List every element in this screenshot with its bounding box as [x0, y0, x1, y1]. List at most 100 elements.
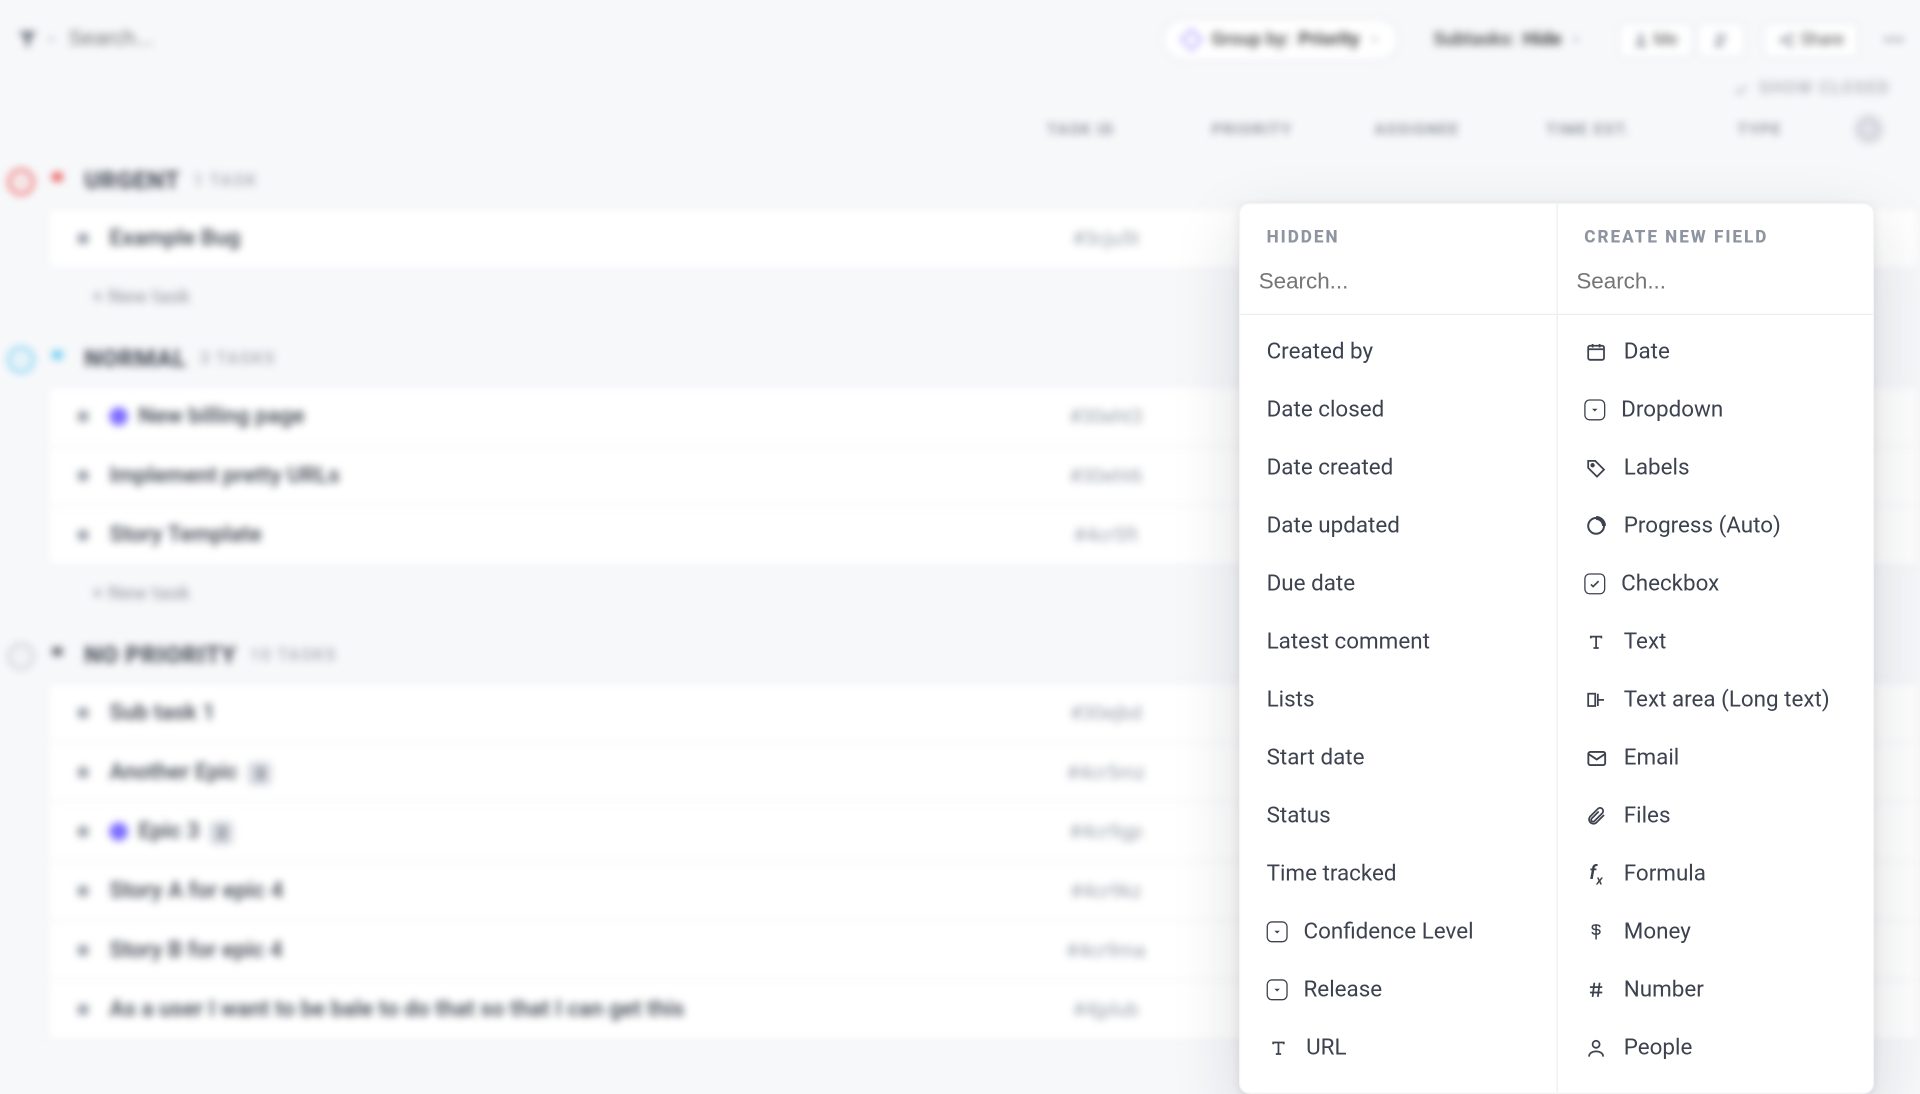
dropdown-box-icon: [1584, 399, 1605, 420]
chevron-down-icon: [45, 33, 58, 46]
col-task-id[interactable]: TASK ID: [988, 120, 1173, 138]
text-T-icon: [1584, 630, 1608, 654]
show-closed-toggle[interactable]: SHOW CLOSED: [0, 79, 1919, 107]
task-title[interactable]: Sub task 1: [109, 700, 1013, 726]
field-option-label: Release: [1304, 977, 1383, 1003]
field-option[interactable]: Due date: [1240, 555, 1556, 613]
field-option-label: Labels: [1624, 455, 1690, 481]
field-option[interactable]: Dropdown: [1558, 381, 1873, 439]
field-option[interactable]: Created by: [1240, 323, 1556, 381]
drag-handle[interactable]: [78, 886, 89, 897]
task-title[interactable]: Epic 32: [138, 818, 1013, 844]
field-option-label: Confidence Level: [1304, 919, 1474, 945]
field-option[interactable]: Checkbox: [1558, 555, 1873, 613]
field-option[interactable]: Email: [1558, 729, 1873, 787]
group-by-dropdown[interactable]: Group by: Priority: [1163, 18, 1398, 60]
more-button[interactable]: [1877, 22, 1911, 56]
drag-handle[interactable]: [78, 233, 89, 244]
drag-handle[interactable]: [78, 411, 89, 422]
group-header[interactable]: URGENT1 TASK: [0, 152, 1919, 209]
field-option[interactable]: Progress (Auto): [1558, 497, 1873, 555]
collapse-toggle[interactable]: [8, 643, 34, 669]
drag-handle[interactable]: [78, 945, 89, 956]
task-id: #3cju5t: [1014, 227, 1199, 251]
group-by-value: Priority: [1298, 29, 1359, 50]
group-task-count: 10 TASKS: [250, 646, 337, 666]
task-title[interactable]: New billing page: [138, 403, 1013, 429]
add-column-button[interactable]: +: [1854, 115, 1883, 144]
field-option[interactable]: Text: [1558, 613, 1873, 671]
filter-button[interactable]: [16, 28, 58, 52]
field-option-label: Due date: [1267, 571, 1356, 597]
subtasks-dropdown[interactable]: Subtasks: Hide: [1416, 20, 1599, 60]
task-title[interactable]: Story Template: [109, 522, 1013, 548]
share-label: Share: [1800, 30, 1844, 50]
columns-header: TASK ID PRIORITY ASSIGNEE TIME EST. TYPE…: [0, 107, 1919, 152]
field-option-label: Lists: [1267, 687, 1315, 713]
field-option[interactable]: Lists: [1240, 671, 1556, 729]
dropdown-box-icon: [1267, 921, 1288, 942]
field-option[interactable]: Confidence Level: [1240, 903, 1556, 961]
flag-icon: [47, 169, 71, 193]
field-option[interactable]: Date closed: [1240, 381, 1556, 439]
col-time-est[interactable]: TIME EST.: [1503, 120, 1674, 138]
field-option[interactable]: Start date: [1240, 729, 1556, 787]
drag-handle[interactable]: [78, 767, 89, 778]
field-option-label: Date closed: [1267, 397, 1385, 423]
drag-handle[interactable]: [78, 1004, 89, 1015]
hidden-search-input[interactable]: [1259, 269, 1538, 295]
tag-icon: [1584, 456, 1608, 480]
field-option-label: Time tracked: [1267, 861, 1397, 887]
task-title[interactable]: Example Bug: [109, 225, 1013, 251]
field-option[interactable]: Date created: [1240, 439, 1556, 497]
field-option[interactable]: Date: [1558, 323, 1873, 381]
drag-handle[interactable]: [78, 708, 89, 719]
task-title[interactable]: Implement pretty URLs: [109, 463, 1013, 489]
field-option[interactable]: Status: [1240, 787, 1556, 845]
field-option-label: Date updated: [1267, 513, 1400, 539]
field-option[interactable]: Number: [1558, 961, 1873, 1019]
col-type[interactable]: TYPE: [1674, 120, 1845, 138]
field-option[interactable]: fxFormula: [1558, 845, 1873, 903]
collapse-toggle[interactable]: [8, 168, 34, 194]
field-option-label: Text area (Long text): [1624, 687, 1830, 713]
share-button[interactable]: Share: [1763, 22, 1858, 58]
field-option[interactable]: People: [1558, 1019, 1873, 1077]
field-option-label: Email: [1624, 745, 1679, 771]
field-option[interactable]: Time tracked: [1240, 845, 1556, 903]
progress-icon: [1584, 514, 1608, 538]
col-priority[interactable]: PRIORITY: [1173, 120, 1331, 138]
field-option[interactable]: Date updated: [1240, 497, 1556, 555]
field-option-label: Start date: [1267, 745, 1365, 771]
field-option[interactable]: URL: [1240, 1019, 1556, 1077]
task-title[interactable]: Story A for epic 4: [109, 878, 1013, 904]
drag-handle[interactable]: [78, 530, 89, 541]
drag-handle[interactable]: [78, 471, 89, 482]
task-id: #30eht3: [1014, 405, 1199, 429]
search-input[interactable]: [69, 28, 399, 52]
collapse-toggle[interactable]: [8, 346, 34, 372]
field-option[interactable]: Latest comment: [1240, 613, 1556, 671]
field-option-label: Checkbox: [1621, 571, 1719, 597]
col-assignee[interactable]: ASSIGNEE: [1331, 120, 1502, 138]
me-button[interactable]: Me: [1618, 22, 1692, 58]
field-option[interactable]: Release: [1240, 961, 1556, 1019]
field-option[interactable]: Files: [1558, 787, 1873, 845]
drag-handle[interactable]: [78, 826, 89, 837]
create-field-search-input[interactable]: [1576, 269, 1854, 295]
create-field-header: CREATE NEW FIELD: [1558, 204, 1873, 261]
task-id: #4cr5mz: [1014, 760, 1199, 784]
task-id: #4cr9ma: [1014, 938, 1199, 962]
field-option[interactable]: Text area (Long text): [1558, 671, 1873, 729]
subtask-count-badge: 3: [248, 762, 272, 786]
status-dot-icon: [109, 407, 127, 425]
field-option[interactable]: Money: [1558, 903, 1873, 961]
people-button[interactable]: [1697, 22, 1744, 58]
task-title[interactable]: As a user I want to be bale to do that s…: [109, 996, 1013, 1022]
text-T-icon: [1267, 1036, 1291, 1060]
column-fields-popover: HIDDEN Created byDate closedDate created…: [1239, 203, 1874, 1094]
field-option[interactable]: Labels: [1558, 439, 1873, 497]
task-title[interactable]: Another Epic3: [109, 759, 1013, 785]
task-title[interactable]: Story B for epic 4: [109, 937, 1013, 963]
group-by-label: Group by:: [1211, 29, 1290, 50]
